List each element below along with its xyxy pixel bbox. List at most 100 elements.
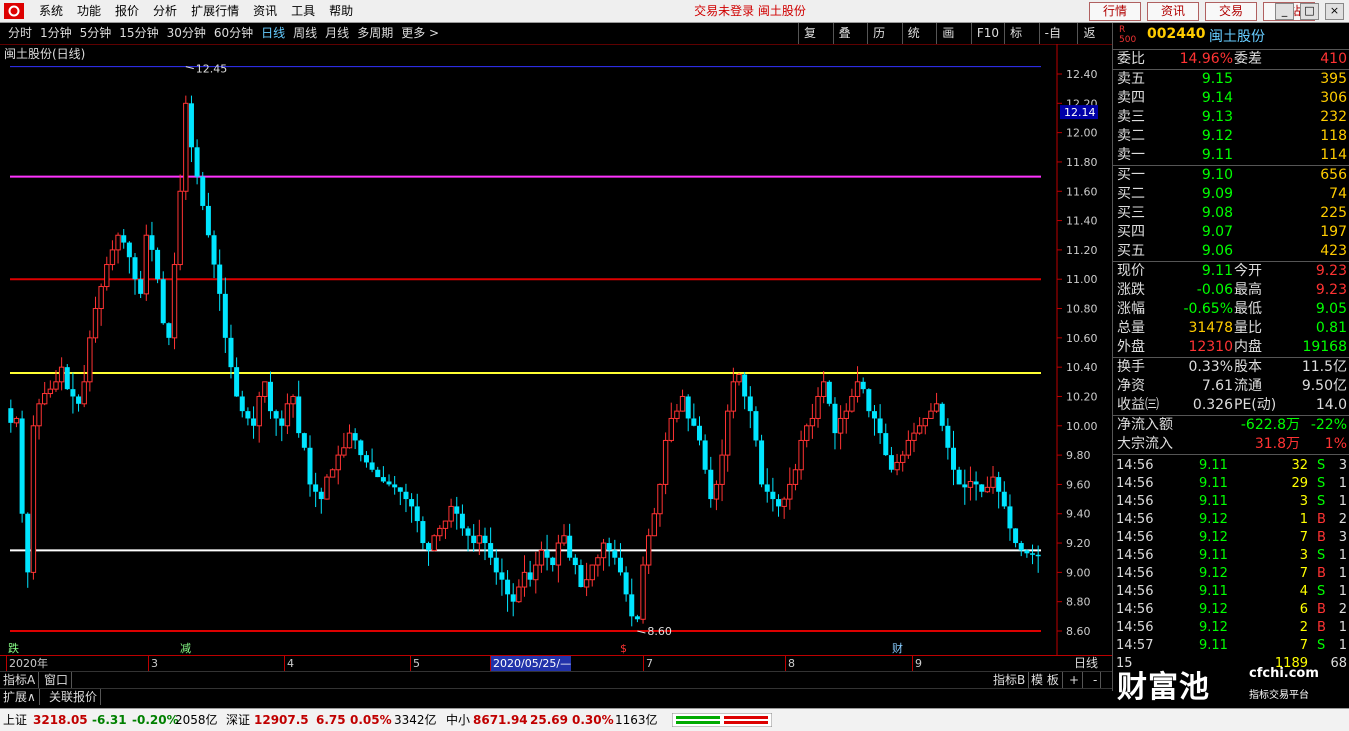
tick-count: 1 xyxy=(1338,584,1347,599)
tick-time: 14:56 xyxy=(1116,620,1154,635)
y-tick-label: 11.20 xyxy=(1066,244,1098,257)
candle-body xyxy=(1024,550,1030,554)
extension-tab[interactable]: 关联报价 xyxy=(46,689,102,705)
tick-side: S xyxy=(1317,584,1326,599)
period-tab[interactable]: 1分钟 xyxy=(36,23,76,44)
period-tab[interactable]: 多周期 xyxy=(353,23,397,44)
row-value2: 197 xyxy=(1320,224,1347,240)
quick-button[interactable]: 资讯 xyxy=(1147,2,1199,21)
indicator-tab-right[interactable]: - xyxy=(1090,672,1102,688)
menu-item[interactable]: 报价 xyxy=(108,0,146,22)
quick-button[interactable]: 行情 xyxy=(1089,2,1141,21)
candle-body xyxy=(634,616,640,620)
minimize-icon[interactable]: _ xyxy=(1275,3,1294,20)
indicator-tab[interactable]: 窗口 xyxy=(41,672,73,688)
candle-body xyxy=(488,543,494,558)
indicator-tab-right[interactable]: + xyxy=(1066,672,1084,688)
period-tab[interactable]: 日线 xyxy=(257,23,289,44)
candle-body xyxy=(228,337,234,368)
tick-count: 2 xyxy=(1338,602,1347,617)
candle-body xyxy=(284,403,291,427)
candle-body xyxy=(798,439,804,471)
candle[interactable] xyxy=(19,410,25,523)
menu-item[interactable]: 帮助 xyxy=(322,0,360,22)
y-tick-label: 12.00 xyxy=(1066,127,1098,140)
candle[interactable] xyxy=(155,247,161,284)
candle[interactable] xyxy=(662,432,669,495)
period-tab[interactable]: 30分钟 xyxy=(163,23,210,44)
candle-body xyxy=(606,543,612,551)
tick-count: 2 xyxy=(1338,512,1347,527)
tick-price: 9.12 xyxy=(1199,620,1228,635)
event-marker[interactable]: 跌 xyxy=(8,641,19,655)
period-tab[interactable]: 60分钟 xyxy=(210,23,257,44)
low-marker-label: 8.60 xyxy=(647,625,672,638)
menu-item[interactable]: 资讯 xyxy=(246,0,284,22)
candle-body xyxy=(713,483,720,500)
bid-row: 买二 9.09 74 xyxy=(1113,185,1349,204)
candle[interactable] xyxy=(183,95,189,200)
period-tab[interactable]: 周线 xyxy=(289,23,321,44)
candlestick-chart[interactable]: 12.4012.2012.0011.8011.6011.4011.2011.00… xyxy=(0,44,1112,656)
period-tab[interactable]: 月线 xyxy=(321,23,353,44)
period-tab[interactable]: 分时 xyxy=(4,23,36,44)
candle-body xyxy=(555,542,562,566)
period-tab[interactable]: 15分钟 xyxy=(115,23,162,44)
event-marker[interactable]: 减 xyxy=(180,642,191,655)
candle-body xyxy=(459,513,465,529)
candle[interactable] xyxy=(324,474,330,500)
window-controls: _ □ × xyxy=(1275,3,1349,20)
row-value: 0.33% xyxy=(1188,359,1233,375)
period-tab[interactable]: 5分钟 xyxy=(76,23,116,44)
tick-volume: 29 xyxy=(1291,476,1308,491)
menu-item[interactable]: 分析 xyxy=(146,0,184,22)
candle-body xyxy=(967,480,974,488)
row-value: 9.13 xyxy=(1201,109,1233,125)
indicator-tab-right[interactable]: 模 板 xyxy=(1028,672,1063,688)
candle-body xyxy=(843,410,849,419)
row-label: 外盘 xyxy=(1117,339,1145,355)
maximize-icon[interactable]: □ xyxy=(1300,3,1319,20)
tick-time: 14:56 xyxy=(1116,512,1154,527)
row-label: 卖一 xyxy=(1117,147,1145,163)
flow-row: 大宗流入 31.8万 1% xyxy=(1113,435,1349,454)
row-value: 0.326 xyxy=(1192,397,1233,413)
candle[interactable] xyxy=(640,556,646,624)
candle[interactable] xyxy=(329,468,336,478)
candle[interactable] xyxy=(160,271,166,325)
candle[interactable] xyxy=(30,415,37,580)
candle-body xyxy=(730,381,737,412)
close-icon[interactable]: × xyxy=(1325,3,1344,20)
period-tab[interactable]: 更多 > xyxy=(397,23,443,44)
date-axis: 2020年 3 4 5 2020/05/25/— 7 8 9 日线 xyxy=(0,655,1112,672)
candle[interactable] xyxy=(759,434,765,488)
menu-item[interactable]: 扩展行情 xyxy=(184,0,246,22)
menu-item[interactable]: 功能 xyxy=(70,0,108,22)
quick-button[interactable]: 交易 xyxy=(1205,2,1257,21)
tick-row: 14:56 9.11 3 S 1 xyxy=(1113,493,1349,511)
candle[interactable] xyxy=(143,224,149,301)
event-marker[interactable]: $ xyxy=(620,642,627,655)
ask-row: 卖二 9.12 118 xyxy=(1113,127,1349,146)
row-label: 买一 xyxy=(1117,167,1145,183)
extension-tab[interactable]: 扩展∧ xyxy=(0,689,40,705)
candle-body xyxy=(307,447,313,485)
candle[interactable] xyxy=(431,534,437,552)
indicator-tab-right[interactable]: 指标B xyxy=(990,672,1030,688)
candle[interactable] xyxy=(64,364,70,391)
tick-volume: 7 xyxy=(1299,530,1308,545)
candle[interactable] xyxy=(171,252,178,350)
event-marker[interactable]: 财 xyxy=(892,641,903,655)
tick-price: 9.12 xyxy=(1199,530,1228,545)
candle-body xyxy=(510,594,516,602)
candle-body xyxy=(442,520,449,529)
candle[interactable] xyxy=(826,380,832,407)
candle[interactable] xyxy=(200,171,206,211)
menu-item[interactable]: 系统 xyxy=(32,0,70,22)
indicator-tab[interactable]: 指标A xyxy=(0,672,40,688)
candle-body xyxy=(222,293,228,338)
menu-item[interactable]: 工具 xyxy=(284,0,322,22)
main-menu: 系统 功能 报价 分析 扩展行情 资讯 工具 帮助 xyxy=(32,0,360,22)
row-label: 买二 xyxy=(1117,186,1145,202)
tick-side: B xyxy=(1317,512,1326,527)
